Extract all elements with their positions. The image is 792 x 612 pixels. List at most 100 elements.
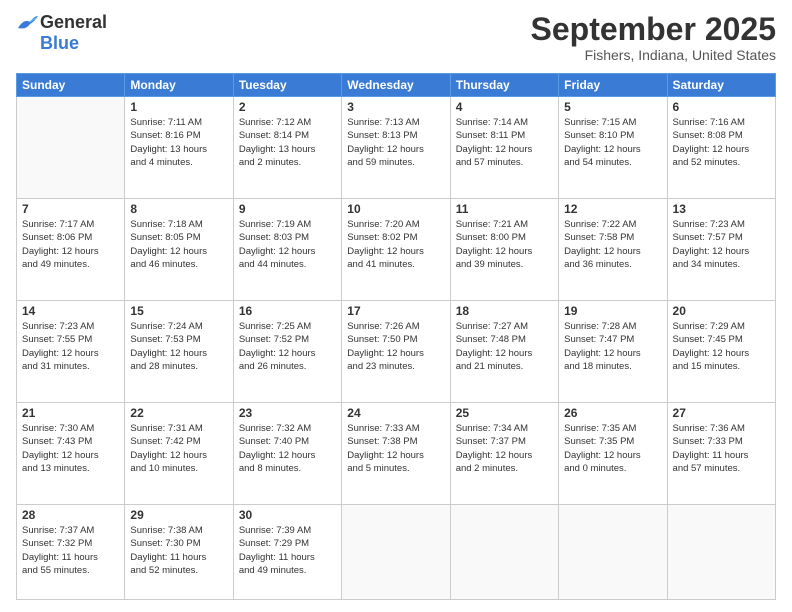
- day-number: 6: [673, 100, 770, 114]
- day-number: 5: [564, 100, 661, 114]
- day-number: 15: [130, 304, 227, 318]
- calendar-cell: 3 Sunrise: 7:13 AM Sunset: 8:13 PM Daylig…: [342, 97, 450, 199]
- calendar-cell: 12 Sunrise: 7:22 AM Sunset: 7:58 PM Dayli…: [559, 199, 667, 301]
- day-info: Sunrise: 7:23 AM Sunset: 7:57 PM Dayligh…: [673, 218, 770, 271]
- calendar-cell: 1 Sunrise: 7:11 AM Sunset: 8:16 PM Daylig…: [125, 97, 233, 199]
- calendar-cell: 26 Sunrise: 7:35 AM Sunset: 7:35 PM Dayli…: [559, 403, 667, 505]
- calendar-table: SundayMondayTuesdayWednesdayThursdayFrid…: [16, 73, 776, 600]
- weekday-header-thursday: Thursday: [450, 74, 558, 97]
- day-info: Sunrise: 7:33 AM Sunset: 7:38 PM Dayligh…: [347, 422, 444, 475]
- day-info: Sunrise: 7:17 AM Sunset: 8:06 PM Dayligh…: [22, 218, 119, 271]
- day-info: Sunrise: 7:26 AM Sunset: 7:50 PM Dayligh…: [347, 320, 444, 373]
- calendar-cell: [450, 505, 558, 600]
- day-info: Sunrise: 7:32 AM Sunset: 7:40 PM Dayligh…: [239, 422, 336, 475]
- day-number: 20: [673, 304, 770, 318]
- title-area: September 2025 Fishers, Indiana, United …: [531, 12, 776, 63]
- week-row-4: 21 Sunrise: 7:30 AM Sunset: 7:43 PM Dayli…: [17, 403, 776, 505]
- calendar-cell: 2Sunrise: 7:12 AM Sunset: 8:14 PM Daylig…: [233, 97, 341, 199]
- logo-bird-icon: [16, 14, 38, 32]
- calendar-cell: 7 Sunrise: 7:17 AM Sunset: 8:06 PM Daylig…: [17, 199, 125, 301]
- weekday-header-saturday: Saturday: [667, 74, 775, 97]
- calendar-cell: 27 Sunrise: 7:36 AM Sunset: 7:33 PM Dayli…: [667, 403, 775, 505]
- day-info: Sunrise: 7:29 AM Sunset: 7:45 PM Dayligh…: [673, 320, 770, 373]
- day-info: Sunrise: 7:31 AM Sunset: 7:42 PM Dayligh…: [130, 422, 227, 475]
- day-info: Sunrise: 7:25 AM Sunset: 7:52 PM Dayligh…: [239, 320, 336, 373]
- day-info: Sunrise: 7:16 AM Sunset: 8:08 PM Dayligh…: [673, 116, 770, 169]
- calendar-cell: 5Sunrise: 7:15 AM Sunset: 8:10 PM Daylig…: [559, 97, 667, 199]
- calendar-cell: 9 Sunrise: 7:19 AM Sunset: 8:03 PM Daylig…: [233, 199, 341, 301]
- weekday-header-wednesday: Wednesday: [342, 74, 450, 97]
- day-info: Sunrise: 7:34 AM Sunset: 7:37 PM Dayligh…: [456, 422, 553, 475]
- day-number: 30: [239, 508, 336, 522]
- day-info: Sunrise: 7:38 AM Sunset: 7:30 PM Dayligh…: [130, 524, 227, 577]
- day-number: 28: [22, 508, 119, 522]
- day-number: 9: [239, 202, 336, 216]
- day-info: Sunrise: 7:24 AM Sunset: 7:53 PM Dayligh…: [130, 320, 227, 373]
- calendar-cell: 20 Sunrise: 7:29 AM Sunset: 7:45 PM Dayli…: [667, 301, 775, 403]
- day-info: Sunrise: 7:20 AM Sunset: 8:02 PM Dayligh…: [347, 218, 444, 271]
- calendar-cell: 17Sunrise: 7:26 AM Sunset: 7:50 PM Dayli…: [342, 301, 450, 403]
- week-row-1: 1 Sunrise: 7:11 AM Sunset: 8:16 PM Daylig…: [17, 97, 776, 199]
- weekday-header-row: SundayMondayTuesdayWednesdayThursdayFrid…: [17, 74, 776, 97]
- logo: General Blue: [16, 12, 107, 54]
- day-number: 16: [239, 304, 336, 318]
- day-number: 22: [130, 406, 227, 420]
- calendar-cell: 21 Sunrise: 7:30 AM Sunset: 7:43 PM Dayli…: [17, 403, 125, 505]
- day-info: Sunrise: 7:21 AM Sunset: 8:00 PM Dayligh…: [456, 218, 553, 271]
- calendar-cell: 16 Sunrise: 7:25 AM Sunset: 7:52 PM Dayli…: [233, 301, 341, 403]
- day-info: Sunrise: 7:22 AM Sunset: 7:58 PM Dayligh…: [564, 218, 661, 271]
- calendar-cell: 19 Sunrise: 7:28 AM Sunset: 7:47 PM Dayli…: [559, 301, 667, 403]
- day-number: 23: [239, 406, 336, 420]
- day-info: Sunrise: 7:37 AM Sunset: 7:32 PM Dayligh…: [22, 524, 119, 577]
- weekday-header-friday: Friday: [559, 74, 667, 97]
- logo-general: General: [40, 12, 107, 33]
- calendar-cell: [667, 505, 775, 600]
- week-row-5: 28 Sunrise: 7:37 AM Sunset: 7:32 PM Dayli…: [17, 505, 776, 600]
- day-number: 18: [456, 304, 553, 318]
- day-number: 27: [673, 406, 770, 420]
- day-number: 12: [564, 202, 661, 216]
- calendar-cell: 30Sunrise: 7:39 AM Sunset: 7:29 PM Dayli…: [233, 505, 341, 600]
- calendar-cell: 13Sunrise: 7:23 AM Sunset: 7:57 PM Dayli…: [667, 199, 775, 301]
- calendar-cell: 10 Sunrise: 7:20 AM Sunset: 8:02 PM Dayli…: [342, 199, 450, 301]
- header: General Blue September 2025 Fishers, Ind…: [16, 12, 776, 63]
- weekday-header-monday: Monday: [125, 74, 233, 97]
- day-info: Sunrise: 7:19 AM Sunset: 8:03 PM Dayligh…: [239, 218, 336, 271]
- weekday-header-tuesday: Tuesday: [233, 74, 341, 97]
- calendar-cell: 28 Sunrise: 7:37 AM Sunset: 7:32 PM Dayli…: [17, 505, 125, 600]
- calendar-cell: 14Sunrise: 7:23 AM Sunset: 7:55 PM Dayli…: [17, 301, 125, 403]
- calendar-cell: [17, 97, 125, 199]
- calendar-cell: 23 Sunrise: 7:32 AM Sunset: 7:40 PM Dayli…: [233, 403, 341, 505]
- page: General Blue September 2025 Fishers, Ind…: [0, 0, 792, 612]
- day-info: Sunrise: 7:13 AM Sunset: 8:13 PM Dayligh…: [347, 116, 444, 169]
- calendar-cell: 6 Sunrise: 7:16 AM Sunset: 8:08 PM Daylig…: [667, 97, 775, 199]
- day-info: Sunrise: 7:18 AM Sunset: 8:05 PM Dayligh…: [130, 218, 227, 271]
- calendar-cell: 24 Sunrise: 7:33 AM Sunset: 7:38 PM Dayli…: [342, 403, 450, 505]
- day-number: 7: [22, 202, 119, 216]
- day-info: Sunrise: 7:11 AM Sunset: 8:16 PM Dayligh…: [130, 116, 227, 169]
- day-info: Sunrise: 7:36 AM Sunset: 7:33 PM Dayligh…: [673, 422, 770, 475]
- calendar-cell: 18Sunrise: 7:27 AM Sunset: 7:48 PM Dayli…: [450, 301, 558, 403]
- day-info: Sunrise: 7:35 AM Sunset: 7:35 PM Dayligh…: [564, 422, 661, 475]
- calendar-cell: [559, 505, 667, 600]
- calendar-cell: 15 Sunrise: 7:24 AM Sunset: 7:53 PM Dayli…: [125, 301, 233, 403]
- day-number: 26: [564, 406, 661, 420]
- day-number: 21: [22, 406, 119, 420]
- day-number: 3: [347, 100, 444, 114]
- calendar-cell: 8Sunrise: 7:18 AM Sunset: 8:05 PM Daylig…: [125, 199, 233, 301]
- day-number: 10: [347, 202, 444, 216]
- day-number: 1: [130, 100, 227, 114]
- day-number: 14: [22, 304, 119, 318]
- calendar-cell: [342, 505, 450, 600]
- day-number: 19: [564, 304, 661, 318]
- day-number: 25: [456, 406, 553, 420]
- day-number: 24: [347, 406, 444, 420]
- calendar-cell: 22 Sunrise: 7:31 AM Sunset: 7:42 PM Dayli…: [125, 403, 233, 505]
- day-number: 29: [130, 508, 227, 522]
- day-info: Sunrise: 7:28 AM Sunset: 7:47 PM Dayligh…: [564, 320, 661, 373]
- day-number: 2: [239, 100, 336, 114]
- day-info: Sunrise: 7:30 AM Sunset: 7:43 PM Dayligh…: [22, 422, 119, 475]
- calendar-cell: 25 Sunrise: 7:34 AM Sunset: 7:37 PM Dayli…: [450, 403, 558, 505]
- calendar-cell: 4Sunrise: 7:14 AM Sunset: 8:11 PM Daylig…: [450, 97, 558, 199]
- day-number: 4: [456, 100, 553, 114]
